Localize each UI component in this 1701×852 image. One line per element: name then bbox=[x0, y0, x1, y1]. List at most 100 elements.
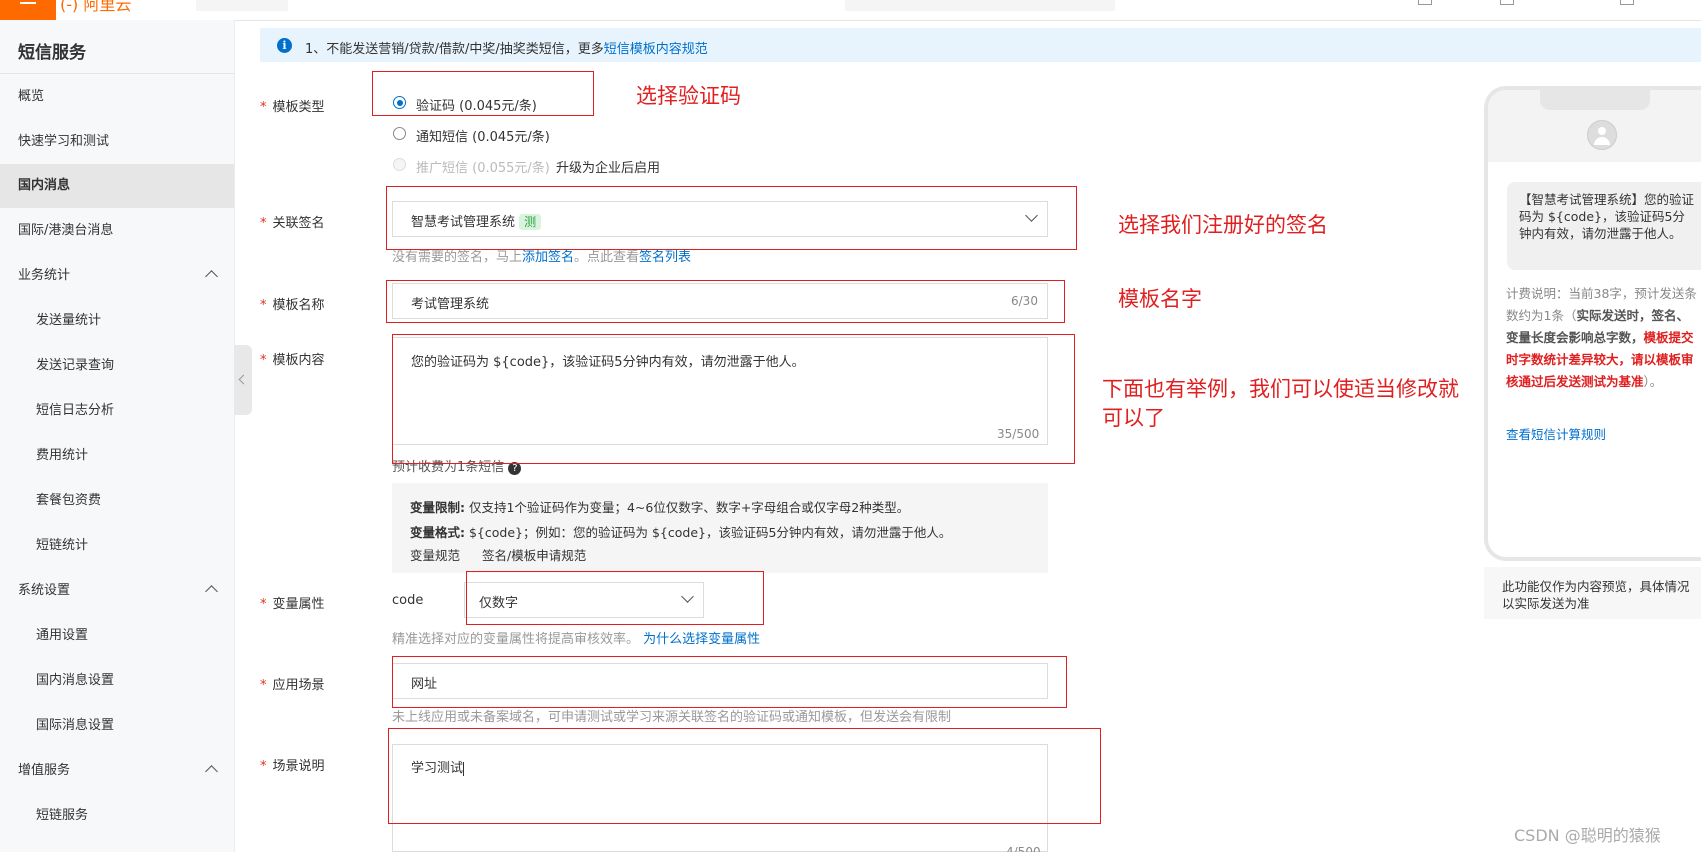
label-text: 应用场景 bbox=[272, 678, 325, 693]
add-signature-link[interactable]: 添加签名 bbox=[522, 250, 574, 265]
why-variable-link[interactable]: 为什么选择变量属性 bbox=[643, 632, 760, 647]
label-text: 场景说明 bbox=[272, 759, 325, 774]
required-mark: * bbox=[260, 216, 267, 231]
required-mark: * bbox=[260, 353, 267, 368]
sidebar-group-value-added[interactable]: 增值服务 bbox=[0, 749, 234, 793]
sidebar-item-overview[interactable]: 概览 bbox=[0, 75, 234, 119]
radio-promo-note: 升级为企业后启用 bbox=[556, 161, 661, 176]
sidebar-group-settings[interactable]: 系统设置 bbox=[0, 569, 234, 613]
template-name-label: * 模板名称 bbox=[260, 294, 325, 313]
limit-label: 变量限制: bbox=[410, 500, 465, 515]
radio-promo bbox=[393, 158, 406, 171]
annotation-example-line1: 下面也有举例，我们可以使适当修改就 bbox=[1102, 377, 1459, 401]
sidebar-item-quickstart[interactable]: 快速学习和测试 bbox=[0, 120, 234, 164]
scene-desc-label: * 场景说明 bbox=[260, 755, 325, 774]
avatar-icon bbox=[1587, 120, 1617, 150]
brand-logo[interactable]: (-) 阿里云 bbox=[60, 0, 170, 20]
label-text: 关联签名 bbox=[272, 216, 325, 231]
sidebar-group-label: 系统设置 bbox=[18, 583, 71, 598]
variable-attr-hint: 精准选择对应的变量属性将提高审核效率。 为什么选择变量属性 bbox=[392, 628, 760, 647]
variable-format: 变量格式: ${code}；例如：您的验证码为 ${code}，该验证码5分钟内… bbox=[410, 522, 951, 541]
sidebar-item-domestic[interactable]: 国内消息 bbox=[0, 164, 234, 208]
info-icon: i bbox=[277, 38, 292, 53]
sidebar-item-log-analysis[interactable]: 短信日志分析 bbox=[0, 389, 234, 433]
user-icon[interactable] bbox=[1620, 0, 1634, 5]
sidebar-item-package[interactable]: 套餐包资费 bbox=[0, 479, 234, 523]
annotation-box-code bbox=[372, 71, 594, 116]
sidebar-item-send-records[interactable]: 发送记录查询 bbox=[0, 344, 234, 388]
workbench-switch[interactable] bbox=[196, 0, 288, 11]
annotation-box-signature bbox=[386, 186, 1077, 250]
radio-notify-label[interactable]: 通知短信 (0.045元/条) bbox=[416, 126, 550, 145]
notice-link[interactable]: 短信模板内容规范 bbox=[604, 42, 708, 57]
sidebar-item-shortlink-service[interactable]: 短链服务 bbox=[0, 794, 234, 838]
annotation-example-line2: 可以了 bbox=[1102, 406, 1165, 430]
scene-desc-count: 4/500 bbox=[1006, 845, 1041, 852]
limit-text: 仅支持1个验证码作为变量；4~6位仅数字、数字+字母组合或仅字母2种类型。 bbox=[468, 500, 910, 515]
required-mark: * bbox=[260, 597, 267, 612]
chevron-up-icon bbox=[205, 270, 218, 283]
annotation-choose-sign: 选择我们注册好的签名 bbox=[1118, 213, 1328, 237]
chevron-up-icon bbox=[205, 765, 218, 778]
scene-label: * 应用场景 bbox=[260, 674, 325, 693]
sidebar-group-label: 增值服务 bbox=[18, 763, 71, 778]
variable-attr-label: * 变量属性 bbox=[260, 593, 325, 612]
required-mark: * bbox=[260, 678, 267, 693]
billing-end: ）。 bbox=[1643, 374, 1663, 389]
help-icon[interactable] bbox=[1500, 0, 1514, 5]
watermark: CSDN @聪明的猿猴 bbox=[1514, 826, 1661, 845]
signature-label: * 关联签名 bbox=[260, 212, 325, 231]
label-text: 模板名称 bbox=[272, 298, 325, 313]
radio-notify[interactable] bbox=[393, 127, 406, 140]
preview-note: 此功能仅作为内容预览，具体情况以实际发送为准 bbox=[1502, 579, 1690, 611]
label-text: 模板内容 bbox=[272, 353, 325, 368]
format-label: 变量格式: bbox=[410, 525, 465, 540]
sidebar-item-international[interactable]: 国际/港澳台消息 bbox=[0, 209, 234, 253]
notice-text: 1、不能发送营销/贷款/借款/中奖/抽奖类短信，更多短信模板内容规范 bbox=[305, 38, 708, 57]
apply-spec-link[interactable]: 签名/模板申请规范 bbox=[482, 545, 586, 564]
variable-limit: 变量限制: 仅支持1个验证码作为变量；4~6位仅数字、数字+字母组合或仅字母2种… bbox=[410, 497, 909, 516]
annotation-box-name bbox=[386, 280, 1065, 323]
radio-promo-label: 推广短信 (0.055元/条) bbox=[416, 161, 550, 176]
preview-message: 【智慧考试管理系统】您的验证码为 ${code}，该验证码5分钟内有效，请勿泄露… bbox=[1519, 192, 1695, 241]
label-text: 变量属性 bbox=[272, 597, 325, 612]
sidebar-item-general-settings[interactable]: 通用设置 bbox=[0, 614, 234, 658]
template-type-label: * 模板类型 bbox=[260, 96, 325, 115]
hint-text: 精准选择对应的变量属性将提高审核效率。 bbox=[392, 632, 640, 647]
sidebar-item-domestic-settings[interactable]: 国内消息设置 bbox=[0, 659, 234, 703]
sidebar-item-send-volume[interactable]: 发送量统计 bbox=[0, 299, 234, 343]
template-content-label: * 模板内容 bbox=[260, 349, 325, 368]
global-search-input[interactable] bbox=[845, 0, 1115, 11]
format-text: ${code}；例如：您的验证码为 ${code}，该验证码5分钟内有效，请勿泄… bbox=[468, 525, 952, 540]
hint-text: 没有需要的签名，马上 bbox=[392, 250, 523, 265]
label-text: 模板类型 bbox=[272, 100, 325, 115]
sidebar-item-shortlink-stats[interactable]: 短链统计 bbox=[0, 524, 234, 568]
notice-message: 1、不能发送营销/贷款/借款/中奖/抽奖类短信，更多 bbox=[305, 42, 604, 57]
calc-rule-link[interactable]: 查看短信计算规则 bbox=[1506, 424, 1606, 443]
billing-note: 计费说明：当前38字，预计发送条数约为1条（实际发送时，签名、变量长度会影响总字… bbox=[1506, 283, 1698, 393]
scene-hint: 未上线应用或未备案域名，可申请测试或学习来源关联签名的验证码或通知模板，但发送会… bbox=[392, 710, 952, 725]
sidebar-group-label: 业务统计 bbox=[18, 268, 71, 283]
chevron-up-icon bbox=[205, 585, 218, 598]
required-mark: * bbox=[260, 298, 267, 313]
sidebar-title: 短信服务 bbox=[18, 43, 86, 63]
phone-notch bbox=[1540, 90, 1650, 110]
annotation-box-variable bbox=[466, 571, 764, 625]
variable-name: code bbox=[392, 593, 424, 608]
hint-text: 。点此查看 bbox=[574, 250, 640, 265]
sidebar-divider bbox=[0, 73, 234, 74]
annotation-box-scene bbox=[392, 656, 1067, 708]
annotation-choose-code: 选择验证码 bbox=[636, 84, 741, 108]
menu-icon[interactable] bbox=[0, 0, 56, 20]
message-icon[interactable] bbox=[1418, 0, 1432, 5]
annotation-box-content bbox=[392, 334, 1075, 464]
sidebar-item-intl-settings[interactable]: 国际消息设置 bbox=[0, 704, 234, 748]
sidebar-group-stats[interactable]: 业务统计 bbox=[0, 254, 234, 298]
annotation-box-scene-desc bbox=[388, 728, 1101, 824]
signature-list-link[interactable]: 签名列表 bbox=[639, 250, 691, 265]
sidebar-collapse-handle[interactable] bbox=[234, 345, 252, 415]
sidebar-item-cost-stats[interactable]: 费用统计 bbox=[0, 434, 234, 478]
required-mark: * bbox=[260, 100, 267, 115]
annotation-template-name: 模板名字 bbox=[1118, 287, 1202, 311]
variable-spec-link[interactable]: 变量规范 bbox=[410, 545, 460, 564]
